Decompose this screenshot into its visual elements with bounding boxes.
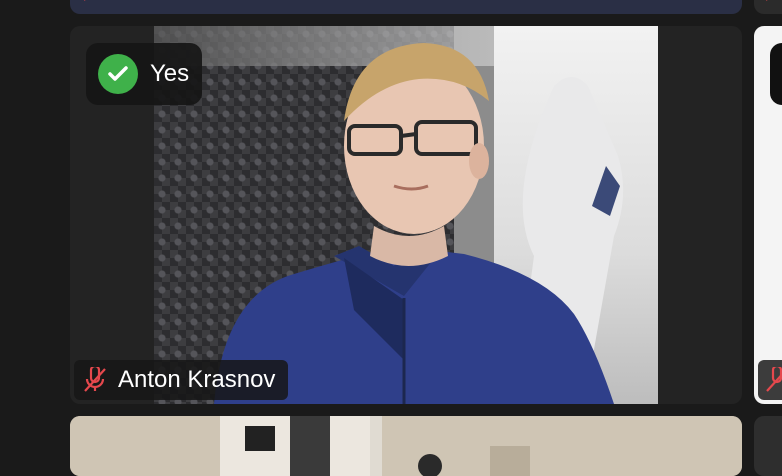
- participant-tile-right[interactable]: [754, 26, 782, 404]
- microphone-muted-icon: [84, 367, 106, 392]
- check-icon: [98, 54, 138, 94]
- microphone-muted-icon: [766, 0, 768, 1]
- participant-tile-top-left[interactable]: [70, 0, 742, 14]
- participant-name: Anton Krasnov: [118, 366, 276, 393]
- participant-tile-main[interactable]: Yes Anton Krasnov: [70, 26, 742, 404]
- participant-tile-bottom-right[interactable]: [754, 416, 782, 476]
- participant-name-plate: Anton Krasnov: [74, 360, 288, 400]
- participant-tile-bottom-left[interactable]: [70, 416, 742, 476]
- reaction-badge: Yes: [86, 43, 202, 105]
- participant-name-plate-partial: [758, 360, 782, 400]
- microphone-muted-icon: [766, 364, 782, 392]
- microphone-muted-icon: [84, 0, 86, 1]
- reaction-label: Yes: [150, 60, 190, 87]
- reaction-badge-partial: [770, 43, 782, 105]
- participant-video: [154, 26, 658, 404]
- participant-tile-top-right[interactable]: [754, 0, 782, 14]
- participant-video-partial: [70, 416, 742, 476]
- participant-figure: [214, 43, 624, 404]
